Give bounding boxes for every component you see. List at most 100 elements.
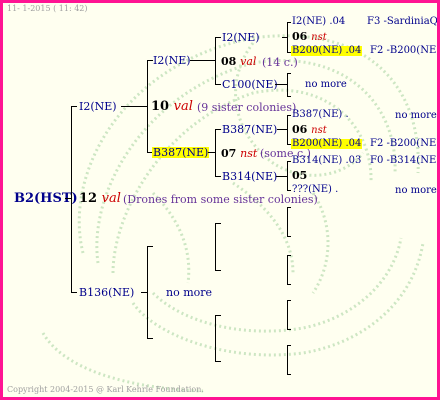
queen-gen2-lower[interactable]: B387(NE) [152, 147, 210, 158]
connector-line [215, 315, 216, 361]
connector-line [215, 223, 221, 224]
connector-line [287, 161, 291, 162]
queen-gen4[interactable]: B387(NE) . [292, 110, 349, 120]
date-stamp: 11- 1-2015 ( 11: 42) [7, 4, 88, 13]
queen-gen4[interactable]: B200(NE) .04 [291, 138, 363, 149]
queen-year: . [335, 184, 339, 195]
queen-year: .04 [345, 138, 362, 149]
connector-line [215, 37, 221, 38]
connector-line [287, 345, 291, 346]
connector-line [215, 361, 221, 362]
lineage-note: F2 -B200(NE) [370, 138, 440, 149]
val-number: 10 [151, 99, 170, 114]
queen-gen3a-lower[interactable]: C100(NE) [222, 79, 278, 90]
lineage-note: F2 -B200(NE) [370, 45, 440, 56]
connector-line [208, 152, 215, 153]
no-more-label: no more [395, 110, 437, 121]
connector-line [71, 106, 77, 107]
connector-line [287, 255, 291, 256]
generation-2-val: 10 val [151, 100, 193, 113]
queen-label: B200(NE) [292, 45, 343, 56]
val-tag: val [173, 99, 193, 114]
val-tag: nst [240, 147, 258, 160]
connector-line [215, 315, 221, 316]
connector-line [287, 345, 288, 374]
connector-line [147, 60, 148, 152]
connector-line [287, 255, 288, 284]
connector-line [287, 73, 288, 96]
queen-gen2-upper[interactable]: I2(NE) [153, 55, 191, 66]
pedigree-chart: 11- 1-2015 ( 11: 42) B2(HST) 12 val (Dro… [0, 0, 440, 400]
connector-line [287, 73, 291, 74]
connector-line [276, 176, 287, 177]
connector-line [215, 176, 221, 177]
queen-gen4[interactable]: I2(NE) .04 [292, 17, 345, 27]
queen-label: I2(NE) [292, 16, 327, 27]
connector-line [215, 84, 221, 85]
connector-line [121, 106, 147, 107]
queen-year: .04 [329, 16, 346, 27]
connector-line [147, 338, 153, 339]
generation-4-val: 05 [292, 170, 307, 182]
lineage-note: F3 -SardiniaQ [367, 16, 438, 27]
connector-line [287, 22, 291, 23]
connector-line [287, 207, 288, 236]
generation-2-note: (9 sister colonies) [197, 101, 297, 114]
generation-4-val: 06 nst [292, 124, 327, 136]
connector-line [287, 300, 288, 329]
connector-line [215, 223, 216, 270]
connector-line [287, 300, 291, 301]
queen-gen3b-lower[interactable]: B314(NE) [222, 171, 277, 182]
queen-gen4[interactable]: B314(NE) .03 [292, 156, 361, 166]
queen-label: B314(NE) [292, 155, 343, 166]
connector-line [287, 115, 291, 116]
queen-gen1-lower[interactable]: B136(NE) [79, 287, 134, 298]
connector-line [287, 284, 291, 285]
connector-line [287, 207, 291, 208]
val-number: 12 [79, 191, 98, 206]
queen-label: B200(NE) [292, 138, 343, 149]
connector-line [147, 246, 148, 338]
connector-line [215, 129, 221, 130]
val-tag: nst [311, 32, 327, 43]
connector-line [215, 37, 216, 84]
no-more-label: no more [395, 185, 437, 196]
val-number: 07 [221, 147, 237, 160]
connector-line [277, 129, 287, 130]
generation-3a-note: (14 c.) [262, 56, 298, 69]
queen-gen1-upper[interactable]: I2(NE) [79, 101, 117, 112]
val-tag: val [240, 55, 257, 68]
connector-line [215, 129, 216, 176]
generation-3b-val: 07 nst [221, 148, 257, 159]
connector-line [287, 190, 291, 191]
queen-label: B387(NE) [292, 109, 343, 120]
connector-line [287, 115, 288, 144]
generation-3a-val: 08 val [221, 56, 256, 67]
connector-line [287, 22, 288, 52]
connector-line [71, 292, 77, 293]
connector-line [287, 96, 291, 97]
generation-1-note: (Drones from some sister colonies) [123, 193, 318, 206]
queen-gen3b-upper[interactable]: B387(NE) [222, 124, 277, 135]
val-number: 08 [221, 55, 237, 68]
no-more-label: no more [166, 286, 213, 299]
queen-year: . [345, 109, 349, 120]
val-tag: val [101, 191, 121, 206]
connector-line [287, 374, 291, 375]
copyright-footer: Copyright 2004-2015 @ Karl Kehrle Founda… [7, 385, 204, 394]
connector-line [190, 60, 215, 61]
queen-gen3a-upper[interactable]: I2(NE) [222, 32, 260, 43]
val-number: 06 [292, 30, 308, 43]
connector-line [287, 329, 291, 330]
lineage-note: F0 -B314(NE) [370, 155, 440, 166]
no-more-label: no more [305, 79, 347, 90]
generation-4-val: 06 nst [292, 31, 327, 43]
connector-line [287, 236, 291, 237]
queen-year: .03 [345, 155, 362, 166]
queen-gen4[interactable]: ???(NE) . [292, 185, 338, 195]
queen-year: .04 [345, 45, 362, 56]
queen-gen4[interactable]: B200(NE) .04 [291, 45, 363, 56]
queen-label: ???(NE) [292, 184, 332, 195]
val-tag: nst [311, 125, 327, 136]
connector-line [71, 106, 72, 292]
